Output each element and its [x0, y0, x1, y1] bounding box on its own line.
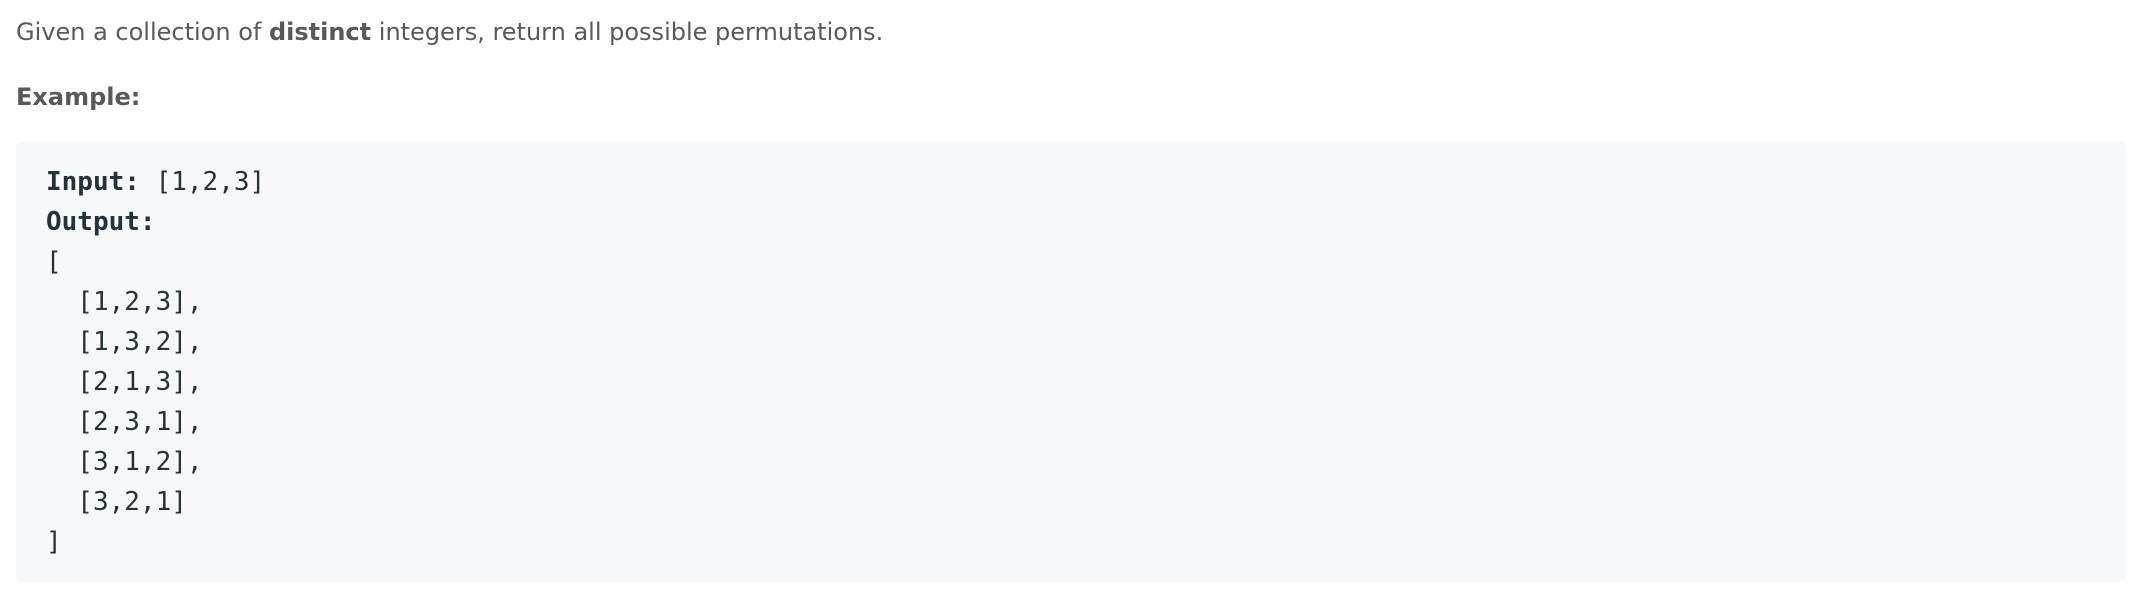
- output-open-bracket: [: [46, 247, 62, 277]
- description-emphasis: distinct: [268, 18, 372, 46]
- permutation-row: [2,1,3],: [46, 367, 203, 397]
- output-line: Output:: [46, 202, 265, 242]
- description-suffix: integers, return all possible permutatio…: [371, 18, 884, 46]
- output-label: Output:: [46, 207, 156, 237]
- input-label: Input:: [46, 167, 140, 197]
- permutation-row: [1,3,2],: [46, 327, 203, 357]
- example-code: Input: [1,2,3] Output: [ [1,2,3], [1,3,2…: [46, 162, 265, 562]
- input-value: [1,2,3]: [139, 167, 266, 197]
- permutation-row: [2,3,1],: [46, 407, 203, 437]
- permutation-row: [3,2,1]: [46, 487, 187, 517]
- problem-description: Given a collection of distinct integers,…: [16, 14, 883, 50]
- description-prefix: Given a collection of: [16, 18, 269, 46]
- example-heading: Example:: [16, 83, 141, 111]
- example-code-block: Input: [1,2,3] Output: [ [1,2,3], [1,3,2…: [16, 142, 2126, 582]
- output-close-bracket: ]: [46, 527, 62, 557]
- permutation-row: [1,2,3],: [46, 287, 203, 317]
- permutation-row: [3,1,2],: [46, 447, 203, 477]
- input-line: Input: [1,2,3]: [46, 162, 265, 202]
